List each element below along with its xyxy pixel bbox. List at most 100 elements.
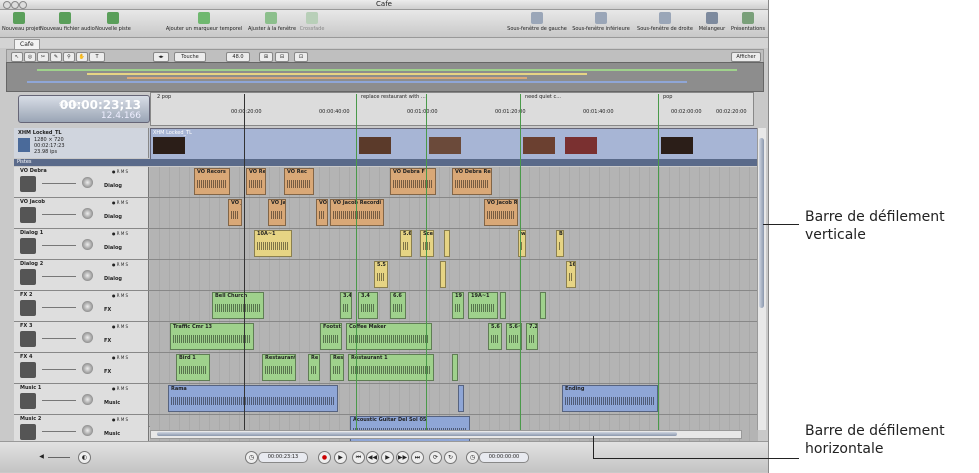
vertical-scrollbar[interactable] bbox=[757, 128, 766, 430]
audio-region[interactable]: 5.6 bbox=[400, 230, 412, 257]
audio-region[interactable]: Bird 1 bbox=[176, 354, 210, 381]
audio-region[interactable] bbox=[440, 261, 446, 288]
fit-window-button[interactable]: Ajuster à la fenêtre bbox=[248, 12, 296, 32]
grid-icon[interactable]: ⊟ bbox=[275, 52, 289, 62]
audio-region[interactable]: VO J bbox=[228, 199, 242, 226]
presentations-button[interactable]: Présentations bbox=[729, 12, 767, 32]
track-volume-fader[interactable] bbox=[42, 183, 76, 184]
marker-label[interactable]: replace restaurant with ... bbox=[361, 94, 426, 100]
track-mode-buttons[interactable]: ● R M S bbox=[112, 293, 128, 298]
audio-region[interactable]: 16 bbox=[566, 261, 576, 288]
track-mode-buttons[interactable]: ● R M S bbox=[112, 262, 128, 267]
audio-region[interactable]: VO bbox=[316, 199, 328, 226]
track-header[interactable]: VO Jacob ● R M S Dialog bbox=[14, 198, 149, 228]
horizontal-scroll-thumb[interactable] bbox=[157, 432, 677, 436]
audio-region[interactable]: VO Debra F bbox=[390, 168, 436, 195]
audio-region[interactable] bbox=[452, 354, 458, 381]
track-volume-fader[interactable] bbox=[42, 214, 76, 215]
pan-knob[interactable] bbox=[82, 301, 93, 312]
audio-region[interactable] bbox=[444, 230, 450, 257]
bottom-pane-button[interactable]: Sous-fenêtre inférieure bbox=[569, 12, 633, 32]
track-volume-fader[interactable] bbox=[42, 369, 76, 370]
blade-tool-icon[interactable]: ✂ bbox=[37, 52, 49, 62]
track-lane[interactable]: Bird 1 Restaurant Re Rest Restaurant 1 bbox=[150, 353, 758, 383]
left-pane-button[interactable]: Sous-fenêtre de gauche bbox=[507, 12, 567, 32]
pan-knob[interactable] bbox=[82, 332, 93, 343]
pan-knob[interactable] bbox=[82, 177, 93, 188]
track-lane[interactable]: VO J VO Ja VO VO Jacob Recordi VO Jacob R bbox=[150, 198, 758, 228]
pan-knob[interactable] bbox=[82, 239, 93, 250]
tracks-section-header[interactable]: Pistes bbox=[14, 159, 758, 166]
track-lane[interactable]: Rama Ending bbox=[150, 384, 758, 414]
track-volume-fader[interactable] bbox=[42, 338, 76, 339]
track-mode-buttons[interactable]: ● R M S bbox=[112, 200, 128, 205]
fast-forward-button[interactable]: ▶▶ bbox=[396, 451, 409, 464]
track-mode-buttons[interactable]: ● R M S bbox=[112, 417, 128, 422]
marker-label[interactable]: 2 pop bbox=[157, 94, 171, 100]
tab-cafe[interactable]: Cafe bbox=[14, 39, 40, 49]
right-pane-button[interactable]: Sous-fenêtre de droite bbox=[635, 12, 695, 32]
new-audio-file-button[interactable]: Nouveau fichier audio bbox=[40, 12, 95, 32]
track-mode-buttons[interactable]: ● R M S bbox=[112, 231, 128, 236]
vertical-scroll-thumb[interactable] bbox=[759, 138, 764, 308]
audio-region[interactable] bbox=[500, 292, 506, 319]
track-mode-buttons[interactable]: ● R M S bbox=[112, 324, 128, 329]
pan-knob[interactable] bbox=[82, 394, 93, 405]
zoom-tool-icon[interactable]: ⚲ bbox=[63, 52, 75, 62]
pan-knob[interactable] bbox=[82, 208, 93, 219]
audio-region[interactable]: 7.2 bbox=[526, 323, 538, 350]
audio-region[interactable]: Traffic Cmr 13 bbox=[170, 323, 254, 350]
pan-knob[interactable] bbox=[82, 425, 93, 436]
go-to-start-button[interactable]: ⏮ bbox=[352, 451, 365, 464]
audio-region[interactable]: VO Jacob Recordi bbox=[330, 199, 384, 226]
audio-region[interactable]: 5.6 bbox=[488, 323, 502, 350]
audio-region[interactable]: Re bbox=[308, 354, 320, 381]
audio-region[interactable]: 6.6 bbox=[390, 292, 406, 319]
snap-icon[interactable]: ⊞ bbox=[259, 52, 273, 62]
duration-timecode-field[interactable]: 00:00:00:00 bbox=[479, 452, 529, 463]
track-volume-fader[interactable] bbox=[42, 307, 76, 308]
track-volume-fader[interactable] bbox=[42, 431, 76, 432]
key-mode-select[interactable]: Touche bbox=[174, 52, 206, 62]
pan-knob[interactable] bbox=[82, 363, 93, 374]
project-overview[interactable] bbox=[6, 62, 764, 92]
track-header[interactable]: VO Debra ● R M S Dialog bbox=[14, 167, 149, 197]
audio-region[interactable]: VO Re bbox=[246, 168, 266, 195]
play-from-start-button[interactable]: ▶ bbox=[334, 451, 347, 464]
track-volume-fader[interactable] bbox=[42, 276, 76, 277]
timecode-display[interactable]: SEPTIEMETS 00:00:23;13 12.4.166 bbox=[18, 95, 150, 123]
track-volume-fader[interactable] bbox=[42, 400, 76, 401]
audio-region[interactable]: 3.4 bbox=[358, 292, 378, 319]
track-header[interactable]: FX 4 ● R M S FX bbox=[14, 353, 149, 383]
rewind-button[interactable]: ◀◀ bbox=[366, 451, 379, 464]
video-clip[interactable]: XHM Locked_TL bbox=[150, 128, 760, 160]
track-header[interactable]: Dialog 1 ● R M S Dialog bbox=[14, 229, 149, 259]
audio-region[interactable] bbox=[540, 292, 546, 319]
audio-region[interactable]: 10A~1 bbox=[254, 230, 292, 257]
marker-label[interactable]: pop bbox=[663, 94, 672, 100]
play-button[interactable]: ▶ bbox=[381, 451, 394, 464]
track-header[interactable]: Music 1 ● R M S Music bbox=[14, 384, 149, 414]
audio-region[interactable]: VO Recors bbox=[194, 168, 230, 195]
pointer-tool-icon[interactable]: ↖ bbox=[11, 52, 23, 62]
view-menu[interactable]: Afficher bbox=[731, 52, 761, 62]
track-mode-buttons[interactable]: ● R M S bbox=[112, 355, 128, 360]
go-to-end-button[interactable]: ⏭ bbox=[411, 451, 424, 464]
playhead[interactable] bbox=[244, 94, 245, 434]
audio-region[interactable]: VO Rec bbox=[284, 168, 314, 195]
audio-region[interactable]: Rama bbox=[168, 385, 338, 412]
track-lane[interactable]: 5.5 16 bbox=[150, 260, 758, 290]
timeslice-tool-icon[interactable]: T bbox=[89, 52, 105, 62]
cycle-button[interactable]: ⟳ bbox=[429, 451, 442, 464]
add-marker-button[interactable]: Ajouter un marqueur temporel bbox=[162, 12, 246, 32]
mixer-button[interactable]: Mélangeur bbox=[697, 12, 727, 32]
track-mode-buttons[interactable]: ● R M S bbox=[112, 169, 128, 174]
audio-region[interactable]: Ending bbox=[562, 385, 658, 412]
audio-region[interactable]: 5.5 bbox=[374, 261, 388, 288]
audio-region[interactable]: B bbox=[556, 230, 564, 257]
headphone-icon[interactable]: ◐ bbox=[78, 451, 91, 464]
audio-region[interactable]: Restaurant 1 bbox=[348, 354, 434, 381]
track-header[interactable]: FX 2 ● R M S FX bbox=[14, 291, 149, 321]
link-icon[interactable]: ⊡ bbox=[294, 52, 308, 62]
crossfade-button[interactable]: Crossfade bbox=[296, 12, 328, 32]
